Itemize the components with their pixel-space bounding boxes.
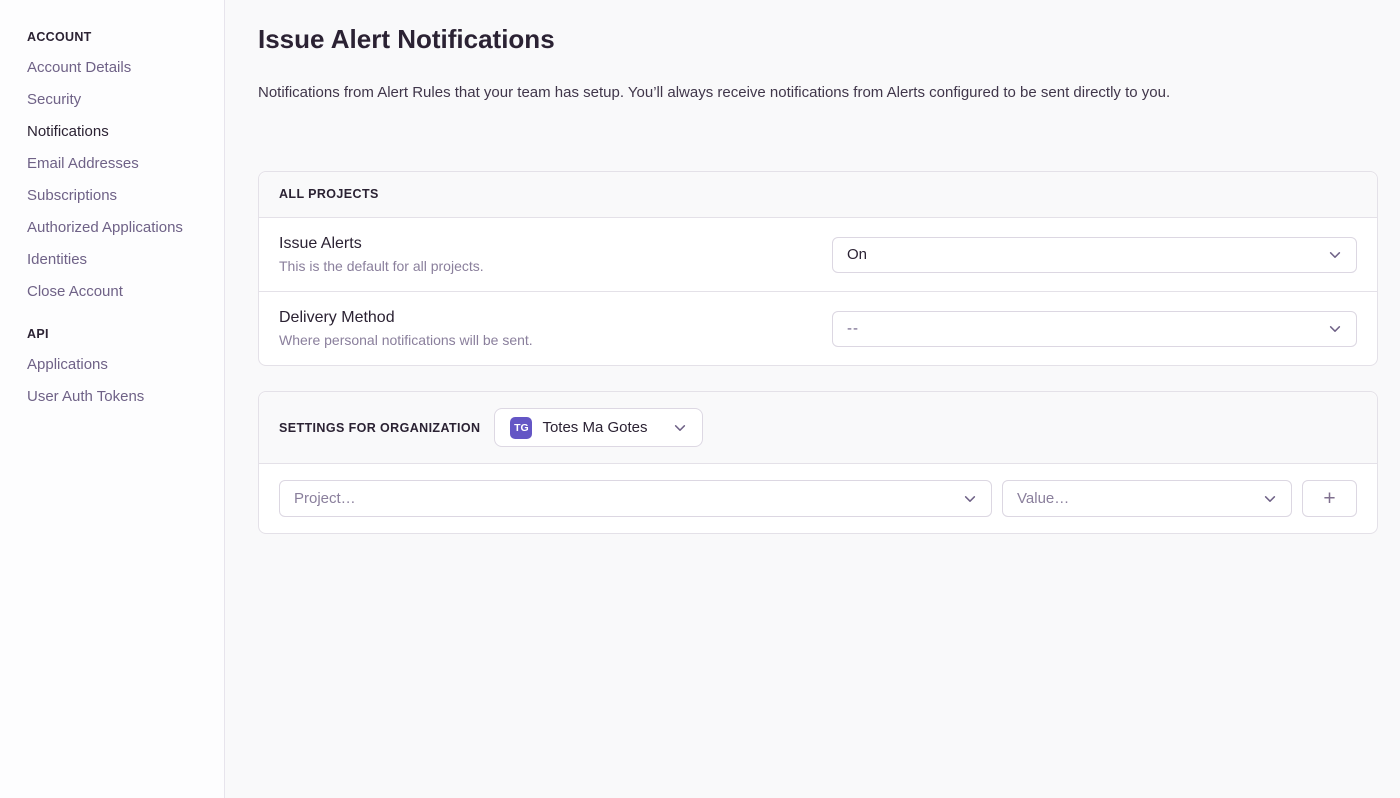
- sidebar-item-security[interactable]: Security: [27, 92, 214, 107]
- sidebar-item-authorized-applications[interactable]: Authorized Applications: [27, 220, 214, 235]
- delivery-method-label-group: Delivery Method Where personal notificat…: [279, 308, 533, 349]
- organization-settings-panel: SETTINGS FOR ORGANIZATION TG Totes Ma Go…: [258, 391, 1378, 534]
- issue-alerts-label: Issue Alerts: [279, 234, 484, 254]
- sidebar-item-account-details[interactable]: Account Details: [27, 60, 214, 75]
- sidebar-section-account: ACCOUNT Account Details Security Notific…: [27, 30, 214, 299]
- chevron-down-icon: [1328, 322, 1342, 336]
- issue-alerts-select-value: On: [847, 246, 867, 263]
- delivery-method-select[interactable]: --: [832, 311, 1357, 347]
- all-projects-panel-header: ALL PROJECTS: [259, 172, 1377, 218]
- chevron-down-icon: [673, 421, 687, 435]
- sidebar-item-close-account[interactable]: Close Account: [27, 284, 214, 299]
- plus-icon: +: [1323, 488, 1335, 509]
- organization-avatar: TG: [510, 417, 532, 439]
- sidebar-heading-account: ACCOUNT: [27, 30, 214, 44]
- sidebar-item-subscriptions[interactable]: Subscriptions: [27, 188, 214, 203]
- page-description: Notifications from Alert Rules that your…: [258, 84, 1378, 102]
- page-title: Issue Alert Notifications: [258, 25, 1378, 53]
- add-project-setting-button[interactable]: +: [1302, 480, 1357, 517]
- issue-alerts-row: Issue Alerts This is the default for all…: [259, 218, 1377, 291]
- organization-name: Totes Ma Gotes: [542, 419, 647, 436]
- sidebar-section-api: API Applications User Auth Tokens: [27, 327, 214, 404]
- value-select-placeholder: Value…: [1017, 490, 1069, 507]
- sidebar-item-email-addresses[interactable]: Email Addresses: [27, 156, 214, 171]
- project-select[interactable]: Project…: [279, 480, 992, 517]
- all-projects-panel: ALL PROJECTS Issue Alerts This is the de…: [258, 171, 1378, 366]
- sidebar-item-notifications[interactable]: Notifications: [27, 124, 214, 139]
- issue-alerts-select[interactable]: On: [832, 237, 1357, 273]
- issue-alerts-help: This is the default for all projects.: [279, 258, 484, 275]
- delivery-method-row: Delivery Method Where personal notificat…: [259, 291, 1377, 365]
- sidebar-item-identities[interactable]: Identities: [27, 252, 214, 267]
- project-fine-tune-row: Project… Value… +: [259, 464, 1377, 533]
- organization-picker[interactable]: TG Totes Ma Gotes: [494, 408, 703, 447]
- organization-panel-header: SETTINGS FOR ORGANIZATION TG Totes Ma Go…: [259, 392, 1377, 464]
- project-select-placeholder: Project…: [294, 490, 356, 507]
- chevron-down-icon: [1328, 248, 1342, 262]
- sidebar-item-applications[interactable]: Applications: [27, 357, 214, 372]
- value-select[interactable]: Value…: [1002, 480, 1292, 517]
- settings-app: ACCOUNT Account Details Security Notific…: [0, 0, 1400, 798]
- delivery-method-label: Delivery Method: [279, 308, 533, 328]
- settings-sidebar: ACCOUNT Account Details Security Notific…: [0, 0, 225, 798]
- chevron-down-icon: [1263, 492, 1277, 506]
- settings-for-organization-label: SETTINGS FOR ORGANIZATION: [279, 421, 480, 435]
- delivery-method-help: Where personal notifications will be sen…: [279, 332, 533, 349]
- sidebar-item-user-auth-tokens[interactable]: User Auth Tokens: [27, 389, 214, 404]
- main-content: Issue Alert Notifications Notifications …: [225, 0, 1400, 798]
- sidebar-heading-api: API: [27, 327, 214, 341]
- chevron-down-icon: [963, 492, 977, 506]
- issue-alerts-label-group: Issue Alerts This is the default for all…: [279, 234, 484, 275]
- delivery-method-select-value: --: [847, 320, 859, 337]
